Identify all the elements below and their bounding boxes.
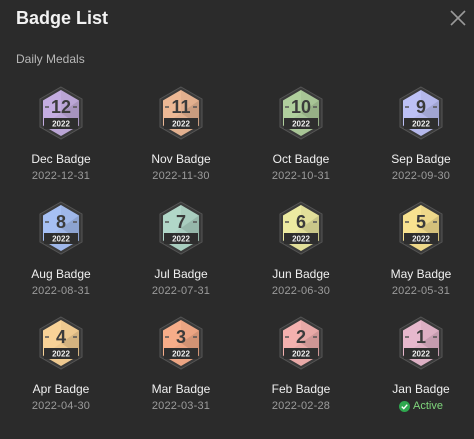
medal-icon: 9 2022 <box>399 86 443 140</box>
medal-year: 2022 <box>412 235 430 244</box>
badge-date: 2022-06-30 <box>271 285 331 297</box>
badge-name: Jan Badge <box>392 382 450 396</box>
badge-name: May Badge <box>390 267 452 281</box>
badge-name: Feb Badge <box>271 382 331 396</box>
badge-card[interactable]: 11 2022 Nov Badge 2022-11-30 <box>121 86 241 201</box>
badge-date: 2022-05-31 <box>391 285 451 297</box>
medal-number: 6 <box>296 212 306 232</box>
active-status: Active <box>399 400 443 412</box>
badge-date: 2022-07-31 <box>151 285 211 297</box>
badge-name: Oct Badge <box>272 152 330 166</box>
medal-year: 2022 <box>52 120 70 129</box>
medal-year: 2022 <box>52 350 70 359</box>
badge-date: 2022-11-30 <box>152 170 210 182</box>
badge-date: 2022-04-30 <box>31 400 91 412</box>
medal-number: 5 <box>416 212 426 232</box>
badge-date: 2022-10-31 <box>271 170 331 182</box>
medal-icon: 7 2022 <box>159 201 203 255</box>
medal-number: 12 <box>51 97 71 117</box>
medal-year: 2022 <box>412 120 430 129</box>
badge-date: 2022-08-31 <box>31 285 91 297</box>
close-icon[interactable] <box>448 8 468 28</box>
medal-number: 3 <box>176 327 186 347</box>
badge-card[interactable]: 4 2022 Apr Badge 2022-04-30 <box>1 316 121 431</box>
badge-name: Nov Badge <box>151 152 211 166</box>
badge-name: Jun Badge <box>272 267 330 281</box>
medal-icon: 5 2022 <box>399 201 443 255</box>
medal-number: 1 <box>416 327 426 347</box>
medal-number: 4 <box>56 327 66 347</box>
badge-date: 2022-02-28 <box>271 400 331 412</box>
medal-icon: 6 2022 <box>279 201 323 255</box>
section-label: Daily Medals <box>16 52 85 66</box>
badge-name: Sep Badge <box>391 152 451 166</box>
medal-icon: 10 2022 <box>279 86 323 140</box>
medal-year: 2022 <box>52 235 70 244</box>
badge-name: Jul Badge <box>154 267 208 281</box>
medal-icon: 4 2022 <box>39 316 83 370</box>
badge-card[interactable]: 6 2022 Jun Badge 2022-06-30 <box>241 201 361 316</box>
badge-card[interactable]: 2 2022 Feb Badge 2022-02-28 <box>241 316 361 431</box>
medal-number: 7 <box>176 212 186 232</box>
badge-card[interactable]: 3 2022 Mar Badge 2022-03-31 <box>121 316 241 431</box>
badge-name: Aug Badge <box>31 267 91 281</box>
medal-year: 2022 <box>292 120 310 129</box>
badge-date: 2022-03-31 <box>151 400 211 412</box>
medal-year: 2022 <box>172 350 190 359</box>
badge-date: 2022-09-30 <box>391 170 451 182</box>
badge-card[interactable]: 12 2022 Dec Badge 2022-12-31 <box>1 86 121 201</box>
medal-icon: 12 2022 <box>39 86 83 140</box>
medal-year: 2022 <box>172 120 190 129</box>
medal-icon: 11 2022 <box>159 86 203 140</box>
check-circle-icon <box>399 400 411 412</box>
badge-card[interactable]: 1 2022 Jan Badge Active <box>361 316 474 431</box>
badge-name: Apr Badge <box>32 382 90 396</box>
medal-year: 2022 <box>292 350 310 359</box>
badge-name: Dec Badge <box>31 152 91 166</box>
badge-card[interactable]: 7 2022 Jul Badge 2022-07-31 <box>121 201 241 316</box>
badge-name: Mar Badge <box>151 382 211 396</box>
medal-number: 10 <box>291 97 311 117</box>
medal-number: 9 <box>416 97 426 117</box>
medal-icon: 8 2022 <box>39 201 83 255</box>
medal-number: 11 <box>171 97 190 117</box>
medal-icon: 1 2022 <box>399 316 443 370</box>
medal-number: 8 <box>56 212 66 232</box>
badge-card[interactable]: 8 2022 Aug Badge 2022-08-31 <box>1 201 121 316</box>
medal-year: 2022 <box>292 235 310 244</box>
medal-number: 2 <box>296 327 306 347</box>
badge-list-dialog: Badge List Daily Medals 12 2022 Dec Badge 2… <box>0 0 474 439</box>
badge-grid: 12 2022 Dec Badge 2022-12-31 11 2022 Nov Badge… <box>0 86 474 431</box>
badge-card[interactable]: 5 2022 May Badge 2022-05-31 <box>361 201 474 316</box>
badge-card[interactable]: 9 2022 Sep Badge 2022-09-30 <box>361 86 474 201</box>
dialog-title: Badge List <box>16 8 109 28</box>
medal-year: 2022 <box>172 235 190 244</box>
badge-date: 2022-12-31 <box>31 170 91 182</box>
medal-icon: 3 2022 <box>159 316 203 370</box>
medal-year: 2022 <box>412 350 430 359</box>
medal-icon: 2 2022 <box>279 316 323 370</box>
badge-card[interactable]: 10 2022 Oct Badge 2022-10-31 <box>241 86 361 201</box>
status-label: Active <box>413 400 443 412</box>
